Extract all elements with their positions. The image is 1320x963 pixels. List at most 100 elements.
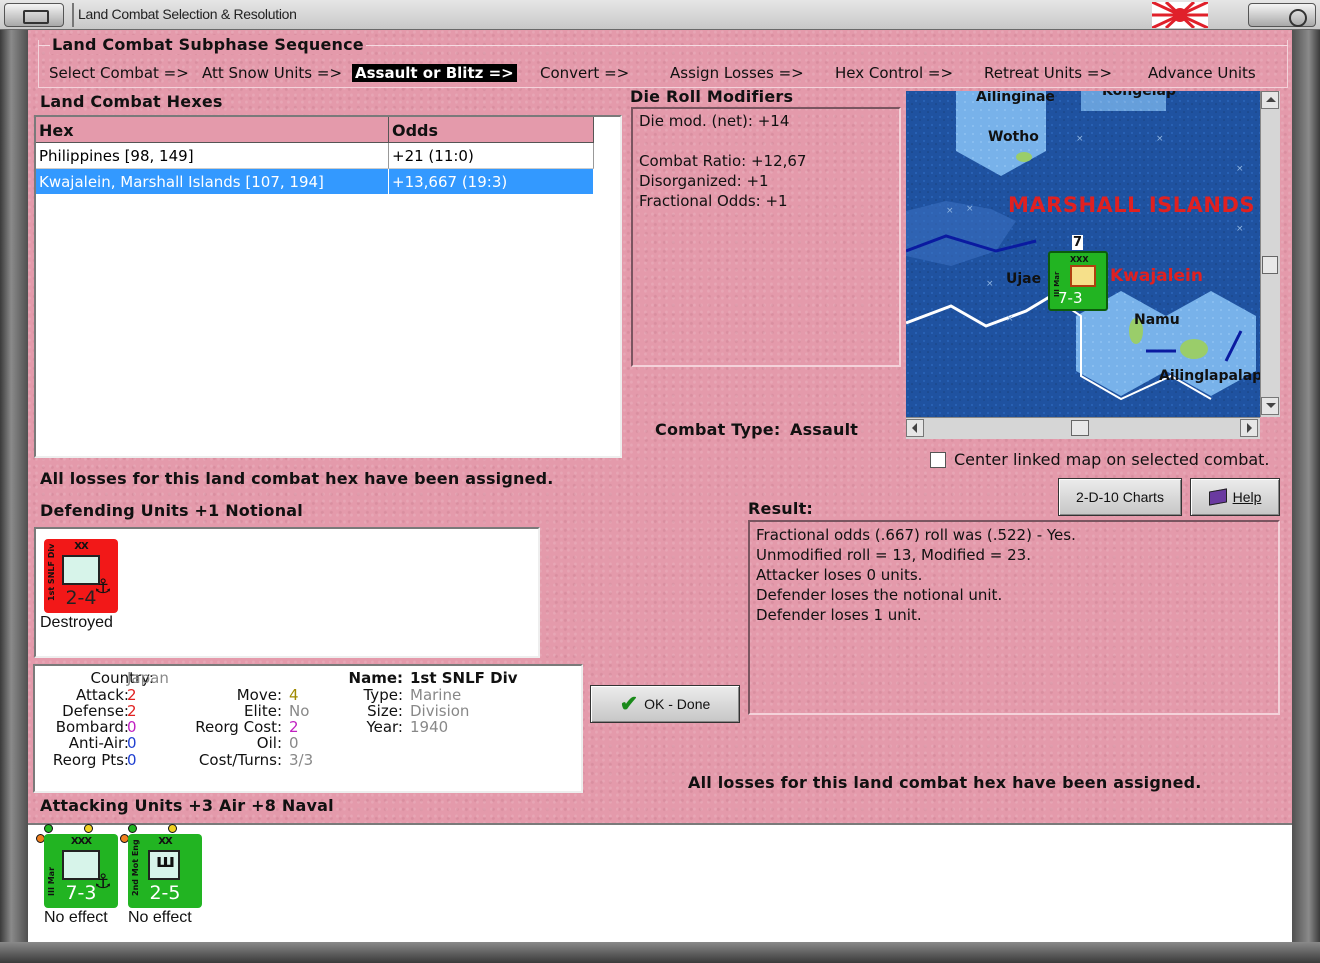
rising-sun-flag-icon bbox=[1152, 2, 1208, 28]
help-button[interactable]: Help bbox=[1190, 478, 1280, 516]
phase-step-convert: Convert => bbox=[540, 64, 630, 82]
window-menu-button[interactable] bbox=[4, 3, 64, 27]
map-label-ujae: Ujae bbox=[1006, 271, 1042, 287]
attacking-unit-counter[interactable]: XX ш 2-5 2nd Mot Eng bbox=[128, 834, 202, 908]
window-frame-bottom bbox=[0, 942, 1320, 963]
hexes-table[interactable]: Hex Odds Philippines [98, 149] +21 (11:0… bbox=[34, 115, 622, 458]
marine-symbol-icon: ⚓ bbox=[62, 555, 112, 596]
map-label-kongelap: Kongelap bbox=[1102, 91, 1176, 99]
map-vertical-scrollbar[interactable] bbox=[1260, 91, 1280, 417]
disorganized-mod: Disorganized: +1 bbox=[639, 172, 769, 190]
status-pip-icon bbox=[44, 824, 53, 833]
subphase-title: Land Combat Subphase Sequence bbox=[50, 35, 366, 54]
odds-cell: +21 (11:0) bbox=[389, 143, 594, 169]
result-line: Defender loses the notional unit. bbox=[756, 586, 1003, 604]
attacking-unit-status: No effect bbox=[44, 909, 108, 926]
window-frame-left bbox=[0, 30, 28, 963]
charts-button-label: 2-D-10 Charts bbox=[1076, 489, 1164, 505]
result-line: Fractional odds (.667) roll was (.522) -… bbox=[756, 526, 1076, 544]
name-label: Name: bbox=[348, 669, 403, 687]
oil-label: Oil: bbox=[256, 734, 282, 752]
map-label-marshall-islands: MARSHALL ISLANDS bbox=[1008, 193, 1256, 217]
defending-title: Defending Units +1 Notional bbox=[40, 501, 303, 520]
svg-text:×: × bbox=[986, 279, 994, 289]
svg-text:×: × bbox=[1006, 314, 1014, 324]
result-line: Unmodified roll = 13, Modified = 23. bbox=[756, 546, 1031, 564]
attacking-units-panel bbox=[28, 823, 1292, 942]
cost-turns-value: 3/3 bbox=[289, 751, 314, 769]
svg-text:×: × bbox=[966, 204, 974, 214]
unit-name: III Mar bbox=[47, 866, 56, 896]
checkmark-icon: ✔ bbox=[619, 691, 639, 716]
engineer-icon: ш bbox=[156, 851, 176, 872]
fractional-odds-mod: Fractional Odds: +1 bbox=[639, 192, 788, 210]
attacking-unit-counter[interactable]: XXX ⚓ 7-3 III Mar bbox=[44, 834, 118, 908]
window-frame-right bbox=[1292, 30, 1320, 963]
column-header-hex[interactable]: Hex bbox=[36, 117, 389, 143]
phase-step-advance-units: Advance Units bbox=[1148, 64, 1256, 82]
map-stack-count: 7 bbox=[1072, 235, 1084, 250]
reorg-pts-label: Reorg Pts: bbox=[52, 751, 129, 769]
map-unit-size: XXX bbox=[1070, 255, 1089, 264]
combat-type-label: Combat Type: bbox=[655, 420, 781, 439]
phase-step-retreat-units: Retreat Units => bbox=[984, 64, 1113, 82]
hex-cell: Kwajalein, Marshall Islands [107, 194] bbox=[36, 169, 389, 195]
center-linked-map-label[interactable]: Center linked map on selected combat. bbox=[954, 450, 1270, 469]
map-unit-name: III Mar bbox=[1053, 271, 1061, 297]
map-label-ailinglapalap: Ailinglapalap bbox=[1159, 368, 1260, 384]
charts-button[interactable]: 2-D-10 Charts bbox=[1058, 478, 1182, 516]
attacking-unit-status: No effect bbox=[128, 909, 192, 926]
phase-step-assault-or-blitz: Assault or Blitz => bbox=[352, 64, 517, 82]
cost-turns-label: Cost/Turns: bbox=[198, 751, 282, 769]
ok-done-button[interactable]: ✔ OK - Done bbox=[590, 685, 740, 723]
marine-symbol-icon: ⚓ bbox=[62, 850, 112, 891]
result-line: Attacker loses 0 units. bbox=[756, 566, 923, 584]
engineer-symbol-icon: ш bbox=[148, 850, 180, 880]
table-row-selected[interactable]: Kwajalein, Marshall Islands [107, 194] +… bbox=[36, 169, 594, 195]
scroll-up-button[interactable] bbox=[1261, 91, 1279, 109]
svg-text:×: × bbox=[1236, 224, 1244, 234]
status-pip-icon bbox=[84, 824, 93, 833]
linked-map[interactable]: × × × × × × × × Ailinginae Kongelap Wotho MAR… bbox=[906, 91, 1260, 417]
scroll-right-button[interactable] bbox=[1240, 419, 1258, 437]
map-label-kwajalein: Kwajalein bbox=[1110, 266, 1203, 286]
scroll-down-button[interactable] bbox=[1261, 397, 1279, 415]
losses-assigned-message-bottom: All losses for this land combat hex have… bbox=[688, 773, 1202, 792]
die-roll-title: Die Roll Modifiers bbox=[630, 87, 794, 106]
svg-text:×: × bbox=[1236, 164, 1244, 174]
hex-cell: Philippines [98, 149] bbox=[36, 143, 389, 169]
phase-step-att-snow-units: Att Snow Units => bbox=[202, 64, 343, 82]
svg-text:×: × bbox=[1156, 134, 1164, 144]
phase-step-select-combat: Select Combat => bbox=[49, 64, 189, 82]
help-button-label: Help bbox=[1232, 489, 1262, 505]
year-value: 1940 bbox=[410, 718, 449, 736]
title-separator bbox=[72, 3, 74, 27]
scroll-left-button[interactable] bbox=[906, 419, 924, 437]
help-book-icon bbox=[1208, 488, 1227, 506]
scroll-thumb[interactable] bbox=[1262, 256, 1278, 274]
scroll-thumb[interactable] bbox=[1071, 420, 1089, 436]
anti-air-label: Anti-Air: bbox=[68, 734, 129, 752]
unit-name: 2nd Mot Eng bbox=[131, 839, 140, 896]
year-label: Year: bbox=[366, 718, 403, 736]
unit-name: 1st SNLF Div bbox=[47, 543, 56, 601]
defending-unit-counter[interactable]: XX ⚓ 2-4 1st SNLF Div bbox=[44, 539, 118, 613]
map-label-namu: Namu bbox=[1134, 312, 1180, 328]
odds-cell: +13,667 (19:3) bbox=[389, 169, 594, 195]
die-mod-net: Die mod. (net): +14 bbox=[639, 112, 790, 130]
table-row[interactable]: Philippines [98, 149] +21 (11:0) bbox=[36, 143, 594, 169]
map-unit-counter[interactable]: XXX 7-3 III Mar bbox=[1048, 251, 1108, 311]
window-close-button[interactable] bbox=[1248, 3, 1316, 27]
map-horizontal-scrollbar[interactable] bbox=[906, 417, 1260, 439]
map-label-ailinginae: Ailinginae bbox=[976, 91, 1055, 105]
combat-type-value: Assault bbox=[790, 420, 859, 439]
window-title: Land Combat Selection & Resolution bbox=[78, 6, 297, 22]
column-header-odds[interactable]: Odds bbox=[389, 117, 594, 143]
oil-value: 0 bbox=[289, 734, 299, 752]
result-line: Defender loses 1 unit. bbox=[756, 606, 922, 624]
attacking-title: Attacking Units +3 Air +8 Naval bbox=[40, 796, 334, 815]
phase-step-assign-losses: Assign Losses => bbox=[670, 64, 804, 82]
map-unit-strength: 7-3 bbox=[1058, 289, 1083, 307]
center-linked-map-checkbox[interactable] bbox=[930, 452, 946, 468]
hexes-title: Land Combat Hexes bbox=[40, 92, 223, 111]
